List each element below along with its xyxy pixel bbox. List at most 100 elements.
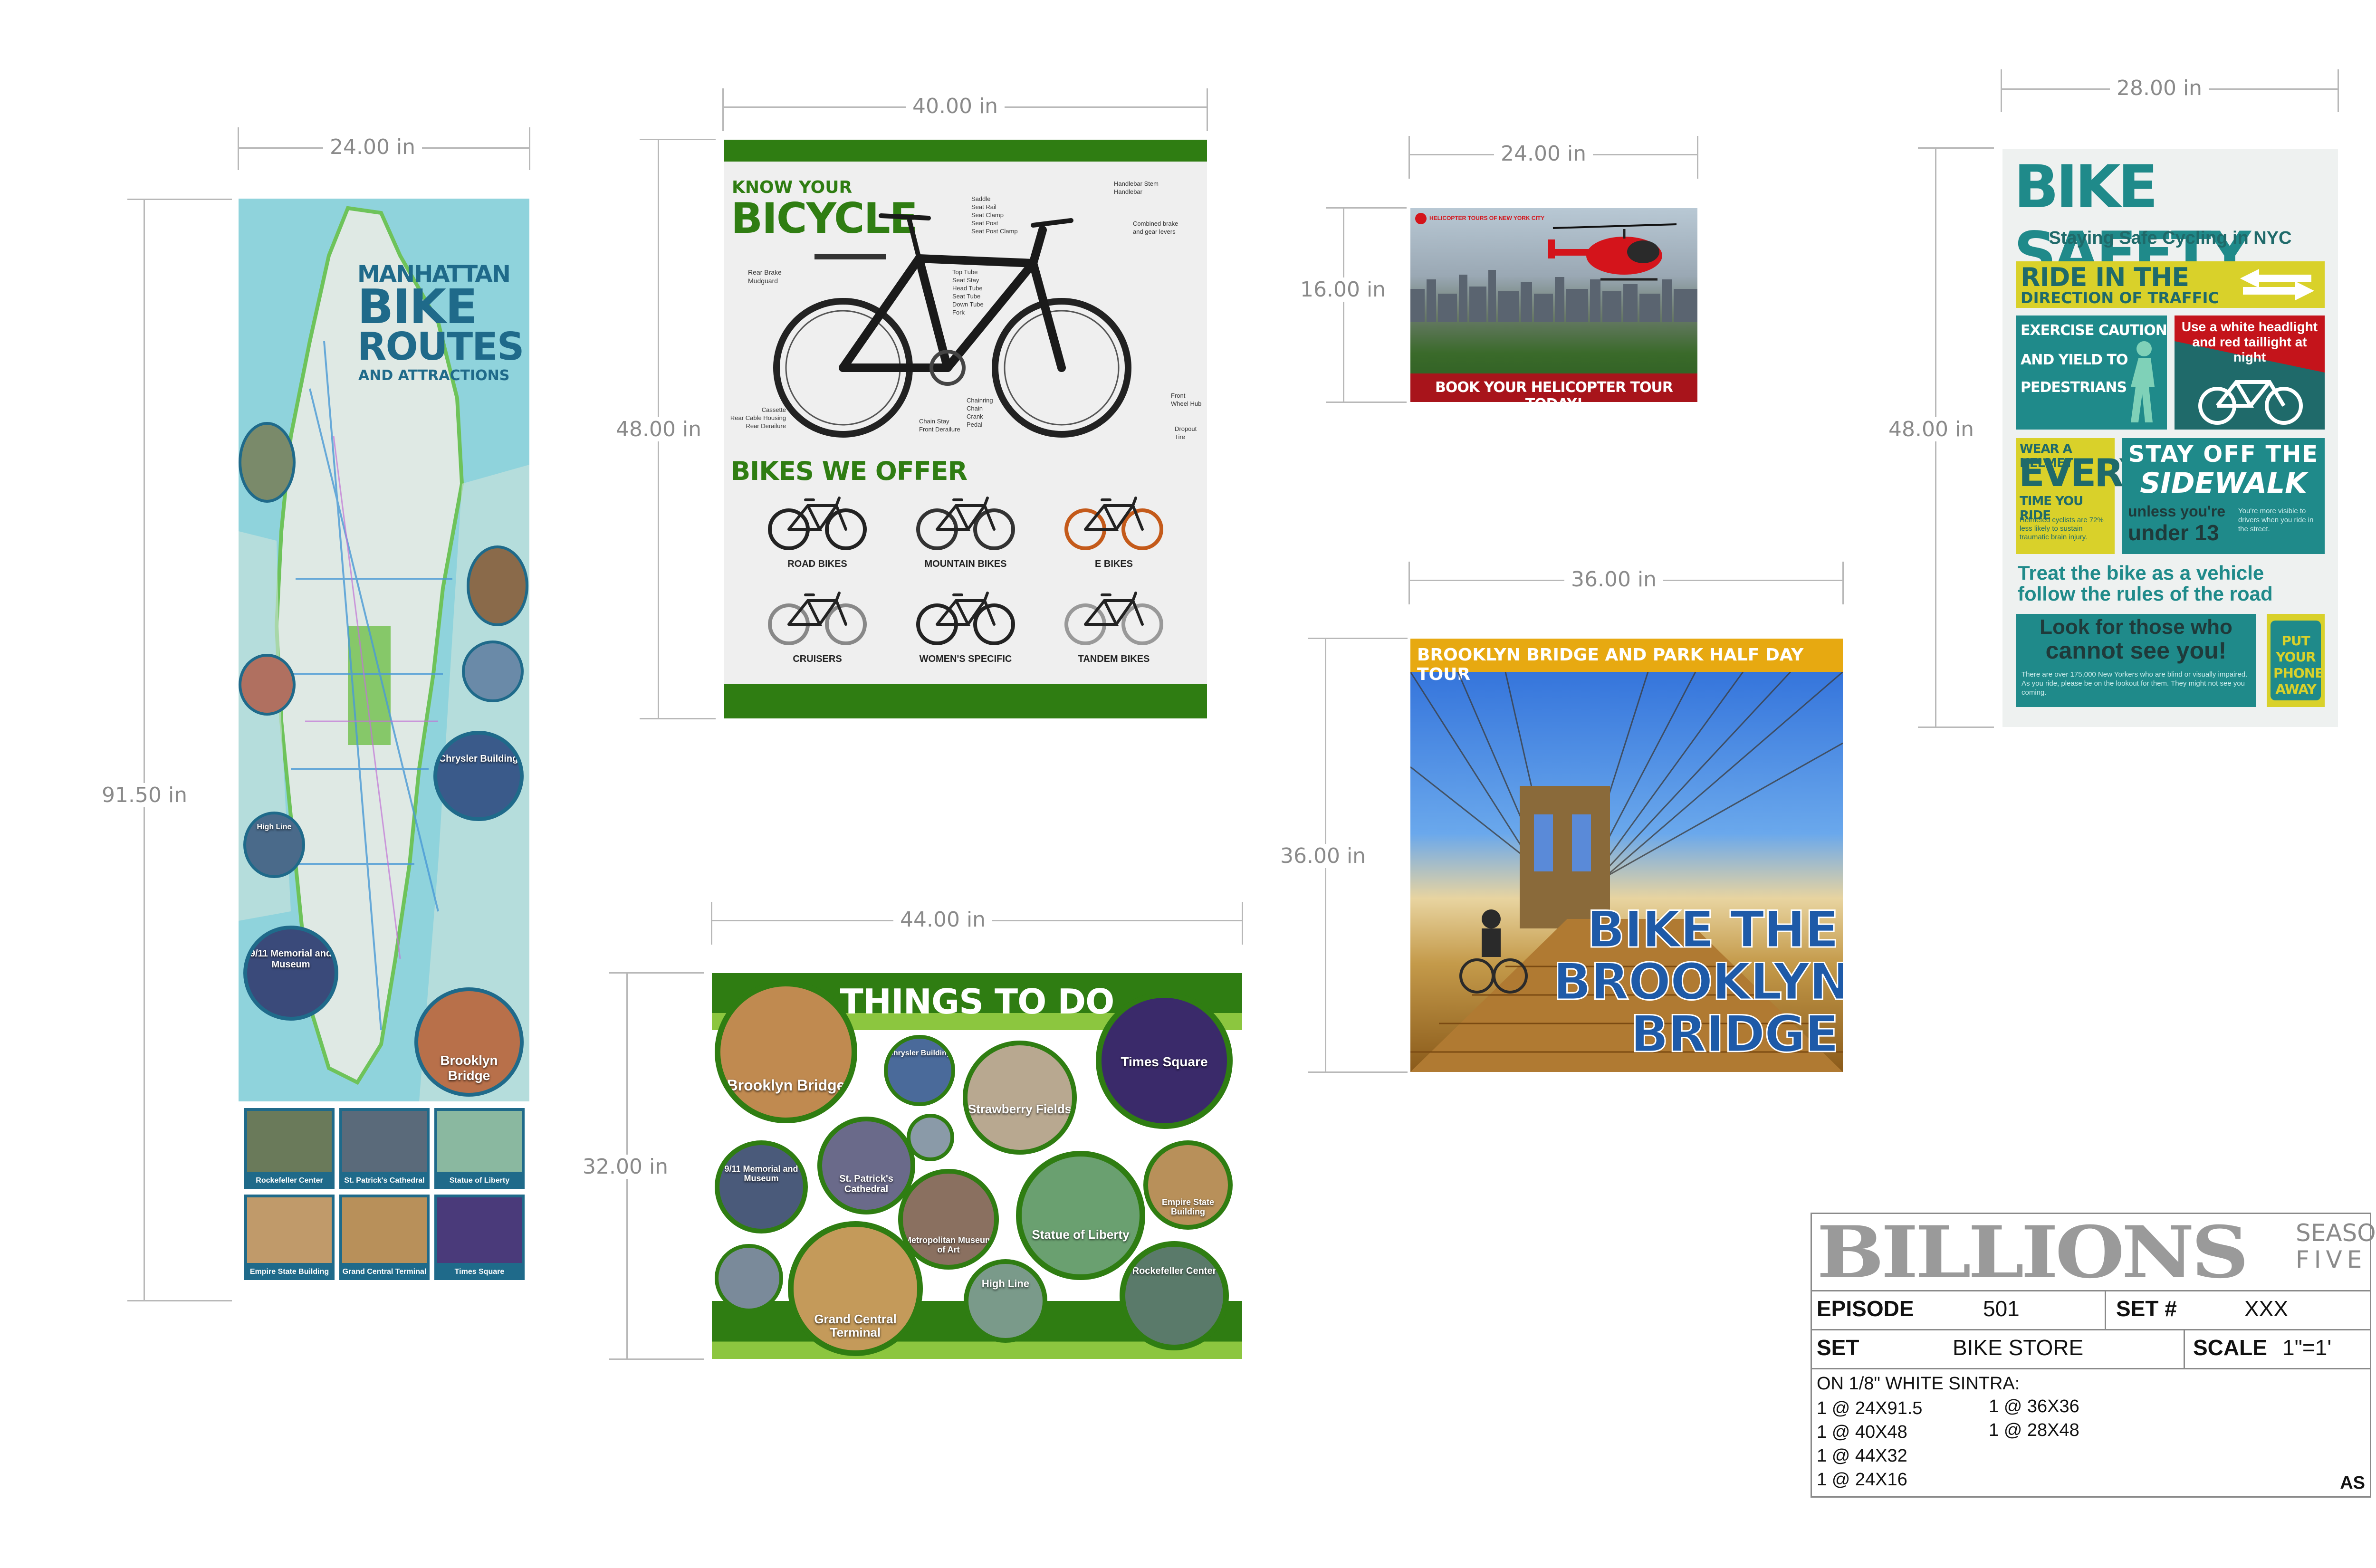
part-label: Seat Post (971, 220, 998, 227)
manhattan-map-poster: MANHATTAN BIKE ROUTES AND ATTRACTIONS Ch… (239, 199, 529, 1302)
parts-left: Rear Brake Mudguard (748, 268, 782, 285)
size-entry: 1 @ 24X16 (1817, 1470, 1907, 1490)
map-tile: Empire State Building (244, 1195, 335, 1280)
dimension-tick (1408, 136, 1410, 179)
part-label: Seat Stay (952, 277, 979, 284)
sidewalk-line2: SIDEWALK (2140, 467, 2307, 500)
title-block-rule (1812, 1329, 2370, 1330)
sidewalk-line1: STAY OFF THE (2128, 441, 2319, 468)
part-label: Mudguard (748, 277, 778, 285)
map-circle-chrysler: Chrysler Building (433, 731, 524, 821)
dimension-tick (127, 1300, 232, 1301)
things-circle-label: Times Square (1121, 1054, 1208, 1069)
dimension-tick (1408, 562, 1410, 604)
things-circle-label: Statue of Liberty (1032, 1227, 1130, 1242)
phone-text: PUT YOUR PHONE AWAY (2273, 633, 2324, 697)
bike-safety-poster: BIKE SAFETY Staying Safe Cycling in NYC … (2002, 149, 2338, 727)
map-circle-911: 9/11 Memorial and Museum (243, 926, 338, 1021)
part-label: Down Tube (952, 301, 984, 308)
brooklyn-line3: BRIDGE (1629, 1005, 1839, 1063)
part-label: Cassette (761, 406, 786, 413)
bicycle-width-label: 40.00 in (906, 94, 1005, 118)
size-entry: 1 @ 28X48 (1989, 1420, 2079, 1440)
dimension-tick (1697, 136, 1698, 179)
size-entry: 1 @ 44X32 (1817, 1446, 1907, 1466)
things-circle-label: High Line (981, 1278, 1030, 1290)
map-tile: Grand Central Terminal (339, 1195, 430, 1280)
things-circle-label: Grand Central Terminal (814, 1312, 897, 1339)
ride-direction-panel: RIDE IN THE DIRECTION OF TRAFFIC (2016, 261, 2325, 308)
things-circle (715, 1244, 783, 1312)
map-circle (239, 654, 296, 716)
bike-type-item: WOMEN'S SPECIFIC (909, 586, 1023, 677)
parts-mid-drive: Chainring Chain Crank Pedal (967, 396, 993, 429)
brooklyn-bridge-tour-poster: BROOKLYN BRIDGE AND PARK HALF DAY TOUR B… (1410, 639, 1843, 1072)
dimension-tick (127, 199, 232, 200)
dimension-tick (640, 718, 716, 719)
part-label: Seat Rail (971, 203, 996, 210)
map-tile-label: St. Patrick's Cathedral (344, 1176, 425, 1185)
things-to-do-poster: THINGS TO DO Brooklyn Bridge Chrysler Bu… (712, 973, 1242, 1359)
dimension-tick (1326, 207, 1407, 209)
know-your-bicycle-poster: KNOW YOUR BICYCLE Rear Brake Mudguard Ca… (724, 140, 1207, 718)
map-circle (467, 545, 528, 626)
part-label: Top Tube (952, 268, 978, 276)
map-circle-brooklyn: Brooklyn Bridge (414, 987, 524, 1097)
map-circle (239, 422, 296, 503)
bike-type-label: ROAD BIKES (787, 559, 847, 569)
heli-height-label: 16.00 in (1293, 277, 1393, 302)
things-circle-label: 9/11 Memorial and Museum (724, 1164, 798, 1183)
season-line1: SEASON (2296, 1219, 2376, 1247)
map-title-line2: BIKE (357, 279, 478, 335)
size-entry: 1 @ 24X91.5 (1817, 1398, 1923, 1418)
part-label: Chain Stay (919, 418, 949, 425)
bicycle-height-label: 48.00 in (609, 417, 709, 441)
map-tile-label: Statue of Liberty (449, 1176, 510, 1185)
episode-value: 501 (1983, 1296, 2020, 1321)
part-label: Fork (952, 309, 965, 316)
caution-line2: AND YIELD TO (2021, 352, 2128, 368)
set-number-label: SET # (2116, 1296, 2177, 1321)
map-tile-label: Rockefeller Center (256, 1176, 323, 1185)
dimension-tick (1308, 638, 1408, 639)
bike-type-item: ROAD BIKES (760, 491, 874, 582)
dimension-tick (1326, 402, 1407, 403)
episode-label: EPISODE (1817, 1296, 1914, 1321)
things-circle: Rockefeller Center (1120, 1241, 1229, 1350)
heli-brand: HELICOPTER TOURS OF NEW YORK CITY (1429, 215, 1545, 221)
sizes-column-2: 1 @ 36X36 1 @ 28X48 (1989, 1395, 2079, 1442)
sidewalk-line3: unless you're (2128, 503, 2226, 520)
part-label: Seat Clamp (971, 211, 1004, 219)
dimension-tick (1242, 902, 1243, 945)
part-label: Rear Brake (748, 268, 782, 276)
dimension-tick (1842, 562, 1844, 604)
material-note: ON 1/8" WHITE SINTRA: (1817, 1374, 2020, 1394)
things-circle-label: St. Patrick's Cathedral (839, 1174, 893, 1195)
show-logo: BILLIONS (1817, 1211, 2249, 1294)
part-label: Saddle (971, 195, 991, 202)
part-label: Rear Cable Housing (730, 414, 786, 421)
brand-logo (1415, 213, 1427, 224)
heli-cta-band: BOOK YOUR HELICOPTER TOUR TODAY! (1410, 373, 1697, 402)
brooklyn-width-label: 36.00 in (1564, 567, 1664, 592)
part-label: Seat Post Clamp (971, 228, 1018, 235)
helicopter-tour-poster: HELICOPTER TOURS OF NEW YORK CITY BOOK Y… (1410, 208, 1697, 402)
title-block-divider (2184, 1329, 2185, 1368)
things-circle-label: Brooklyn Bridge (727, 1077, 845, 1094)
part-label: Pedal (967, 421, 983, 428)
part-label: Combined brake (1133, 220, 1178, 227)
parts-right-tire: Dropout Tire (1175, 425, 1197, 441)
top-band (724, 140, 1207, 162)
brooklyn-line1: BIKE THE (1586, 900, 1839, 959)
parts-mid-low: Chain Stay Front Derailure (919, 417, 960, 433)
map-tile: Rockefeller Center (244, 1108, 335, 1189)
dimension-tick (2338, 69, 2339, 112)
part-label: Rear Derailure (746, 422, 786, 430)
title-block-rule (1812, 1290, 2370, 1291)
bike-icon (768, 497, 867, 550)
things-width-label: 44.00 in (893, 908, 993, 932)
bicycle-icon (2198, 380, 2303, 425)
arrows-icon (2240, 269, 2314, 300)
caution-panel: EXERCISE CAUTION AND YIELD TO PEDESTRIAN… (2016, 316, 2167, 430)
things-circle: Statue of Liberty (1016, 1151, 1145, 1280)
